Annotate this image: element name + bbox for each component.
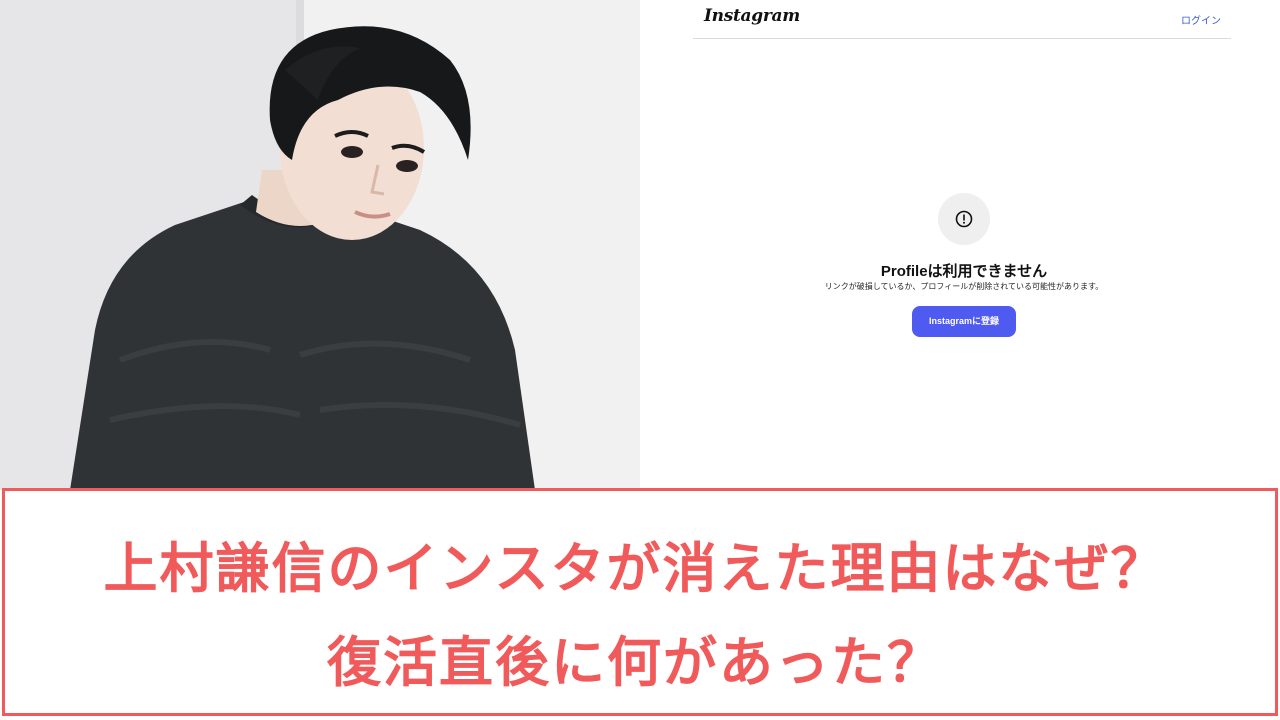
instagram-logo[interactable]: Instagram [704,6,800,26]
person-photo [0,0,640,490]
signup-button[interactable]: Instagramに登録 [912,306,1016,337]
unavailable-subtitle: リンクが破損しているか、プロフィールが削除されている可能性があります。 [824,282,1104,291]
unavailable-title: Profileは利用できません [880,263,1048,280]
caption-line-1: 上村謙信のインスタが消えた理由はなぜ？ [103,537,1167,600]
caption-line-2: 復活直後に何があった？ [327,631,943,694]
exclamation-circle-icon [955,210,973,228]
thumbnail-canvas: Instagram ログイン Profileは利用できません リンクが破損してい… [0,0,1280,720]
instagram-header: Instagram ログイン [693,0,1231,39]
alert-icon-container [938,193,990,245]
instagram-page: Instagram ログイン Profileは利用できません リンクが破損してい… [640,0,1280,490]
login-link[interactable]: ログイン [1181,12,1221,27]
